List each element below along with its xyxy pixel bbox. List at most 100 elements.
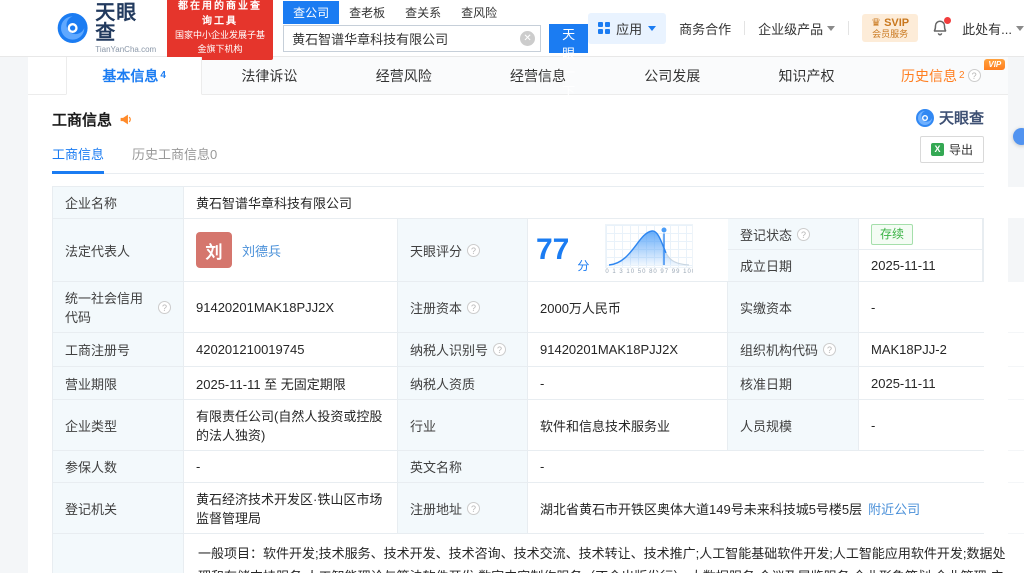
table-row: 登记机关 黄石经济技术开发区·铁山区市场监督管理局 注册地址? 湖北省黄石市开铁… bbox=[53, 483, 1024, 534]
registration-authority-value: 黄石经济技术开发区·铁山区市场监督管理局 bbox=[184, 483, 398, 533]
nav-cooperation[interactable]: 商务合作 bbox=[679, 19, 731, 38]
search-button[interactable]: 天眼一下 bbox=[549, 24, 589, 99]
help-icon[interactable]: ? bbox=[797, 227, 811, 241]
slogan-line1: 都在用的商业查询工具 bbox=[178, 1, 262, 27]
insured-count-value: - bbox=[184, 451, 398, 482]
establish-date-value: 2025-11-11 bbox=[859, 250, 983, 281]
subtabs: 工商信息 历史工商信息0 X 导出 bbox=[52, 136, 984, 174]
company-type-value: 有限责任公司(自然人投资或控股的法人独资) bbox=[184, 400, 398, 450]
tab-label: 经营信息 bbox=[509, 67, 566, 84]
tab-label: 基本信息 bbox=[102, 67, 159, 84]
industry-value: 软件和信息技术服务业 bbox=[528, 400, 728, 450]
tab-basic-info[interactable]: 基本信息 4 bbox=[66, 57, 203, 95]
field-label: 组织机构代码? bbox=[728, 333, 859, 366]
help-icon[interactable]: ? bbox=[467, 501, 481, 515]
avatar[interactable]: 刘 bbox=[196, 232, 232, 268]
tab-count: 2 bbox=[959, 70, 965, 81]
registered-address-value: 湖北省黄石市开铁区奥体大道149号未来科技城5号楼5层 bbox=[540, 501, 863, 517]
svip-sublabel: 会员服务 bbox=[872, 29, 909, 40]
registered-address-cell: 湖北省黄石市开铁区奥体大道149号未来科技城5号楼5层 附近公司 bbox=[528, 483, 1024, 533]
subtab-history-business-info[interactable]: 历史工商信息0 bbox=[132, 144, 217, 163]
field-label: 英文名称 bbox=[398, 451, 528, 482]
tianyan-score-cell: 77 分 0 1 3 10 50 80 97 99 100 bbox=[528, 219, 728, 281]
field-label: 核准日期 bbox=[728, 367, 859, 399]
legal-representative-link[interactable]: 刘德兵 bbox=[242, 241, 281, 260]
field-label: 工商注册号 bbox=[53, 333, 184, 366]
tab-operation-risk[interactable]: 经营风险 bbox=[337, 57, 471, 94]
score-axis-ticks: 0 1 3 10 50 80 97 99 100 bbox=[605, 269, 694, 275]
tab-label: 法律诉讼 bbox=[241, 67, 298, 84]
tianyancha-swirl-icon bbox=[915, 108, 934, 127]
notifications-bell-icon[interactable] bbox=[931, 17, 952, 37]
help-icon[interactable]: ? bbox=[467, 243, 481, 257]
help-icon[interactable]: ? bbox=[467, 300, 481, 314]
tianyancha-swirl-icon bbox=[57, 13, 88, 43]
nav-enterprise-products[interactable]: 企业级产品 bbox=[758, 19, 836, 38]
brand-slogan-banner: 都在用的商业查询工具 国家中小企业发展子基金旗下机构 bbox=[166, 0, 274, 60]
subtab-business-info[interactable]: 工商信息 bbox=[52, 144, 105, 174]
tab-operation-info[interactable]: 经营信息 bbox=[471, 57, 605, 94]
status-date-score-grid: 登记状态? 存续 天眼评分? 77 分 0 1 3 10 50 80 97 99… bbox=[398, 219, 983, 281]
tab-intellectual-property[interactable]: 知识产权 bbox=[739, 57, 873, 94]
logo-title: 天眼查 bbox=[95, 1, 138, 44]
slogan-line2: 国家中小企业发展子基金旗下机构 bbox=[175, 30, 266, 54]
tianyancha-watermark: 天眼查 bbox=[915, 107, 984, 128]
search-tab-risk[interactable]: 查风险 bbox=[451, 1, 507, 24]
user-menu[interactable]: 此处有... bbox=[962, 19, 1024, 38]
field-label: 行业 bbox=[398, 400, 528, 450]
registration-number-value: 420201210019745 bbox=[184, 333, 398, 366]
help-icon[interactable]: ? bbox=[493, 343, 507, 356]
registration-info-table: 企业名称 黄石智谱华章科技有限公司 法定代表人 刘 刘德兵 登记状态? 存续 天… bbox=[52, 186, 1024, 573]
search-tab-boss[interactable]: 查老板 bbox=[339, 1, 395, 24]
field-label: 天眼评分? bbox=[398, 219, 528, 281]
top-bar: 天眼查 TianYanCha.com 都在用的商业查询工具 国家中小企业发展子基… bbox=[0, 0, 1024, 99]
export-button[interactable]: X 导出 bbox=[919, 136, 984, 163]
help-icon[interactable]: ? bbox=[967, 69, 981, 82]
enterprise-label: 企业级产品 bbox=[758, 21, 824, 37]
company-name-value: 黄石智谱华章科技有限公司 bbox=[184, 187, 1024, 218]
help-icon[interactable]: ? bbox=[158, 300, 171, 314]
search-tab-company[interactable]: 查公司 bbox=[283, 1, 340, 24]
search-input[interactable] bbox=[283, 25, 542, 52]
svip-label: ♛ SVIP bbox=[871, 16, 910, 29]
company-section-tabs: 基本信息 4 法律诉讼 经营风险 经营信息 公司发展 知识产权 历史信息 2 ? V… bbox=[28, 57, 1008, 95]
table-row: 企业名称 黄石智谱华章科技有限公司 bbox=[53, 187, 1024, 219]
nearby-companies-link[interactable]: 附近公司 bbox=[868, 499, 920, 518]
uscc-value: 91420201MAK18PJJ2X bbox=[184, 282, 398, 332]
field-label: 营业期限 bbox=[53, 367, 184, 399]
clear-search-icon[interactable]: ✕ bbox=[520, 31, 536, 46]
tab-history-info[interactable]: 历史信息 2 ? VIP bbox=[874, 57, 1008, 94]
table-row: 营业期限 2025-11-11 至 无固定期限 纳税人资质 - 核准日期 202… bbox=[53, 367, 1024, 400]
export-label: 导出 bbox=[948, 143, 973, 157]
business-scope-value: 一般项目：软件开发;技术服务、技术开发、技术咨询、技术交流、技术转让、技术推广;… bbox=[184, 534, 1024, 573]
apps-menu-button[interactable]: 应用 bbox=[588, 12, 667, 44]
taxpayer-quality-value: - bbox=[528, 367, 728, 399]
header-nav: 应用 商务合作 企业级产品 ♛ SVIP 会员服务 此处有... bbox=[588, 12, 1024, 44]
field-label: 成立日期 bbox=[728, 250, 859, 281]
chevron-down-icon bbox=[648, 25, 657, 31]
help-icon[interactable]: ? bbox=[823, 343, 837, 356]
field-label: 注册地址? bbox=[398, 483, 528, 533]
tab-label: 经营风险 bbox=[375, 67, 432, 84]
score-unit: 分 bbox=[577, 259, 590, 273]
megaphone-icon[interactable] bbox=[119, 113, 132, 126]
floating-widget-handle[interactable] bbox=[1013, 128, 1024, 145]
table-row: 经营范围? 一般项目：软件开发;技术服务、技术开发、技术咨询、技术交流、技术转让… bbox=[53, 534, 1024, 573]
user-menu-label: 此处有... bbox=[962, 21, 1012, 37]
registration-status-cell: 存续 bbox=[859, 219, 983, 250]
chevron-down-icon bbox=[827, 25, 836, 31]
vip-badge: VIP bbox=[984, 59, 1006, 70]
tab-legal-proceedings[interactable]: 法律诉讼 bbox=[202, 57, 336, 94]
field-label: 登记状态? bbox=[728, 219, 859, 250]
table-row: 参保人数 - 英文名称 - bbox=[53, 451, 1024, 483]
tab-company-development[interactable]: 公司发展 bbox=[605, 57, 739, 94]
tabbar-stub bbox=[28, 57, 66, 94]
field-label: 统一社会信用代码? bbox=[53, 282, 184, 332]
tianyancha-logo[interactable]: 天眼查 TianYanCha.com bbox=[56, 3, 157, 54]
svip-member-badge[interactable]: ♛ SVIP 会员服务 bbox=[862, 13, 919, 43]
field-label: 经营范围? bbox=[53, 534, 184, 573]
search-tab-relation[interactable]: 查关系 bbox=[395, 1, 451, 24]
score-value: 77 bbox=[536, 233, 570, 266]
watermark-label: 天眼查 bbox=[938, 110, 984, 127]
table-row: 工商注册号 420201210019745 纳税人识别号? 91420201MA… bbox=[53, 333, 1024, 367]
